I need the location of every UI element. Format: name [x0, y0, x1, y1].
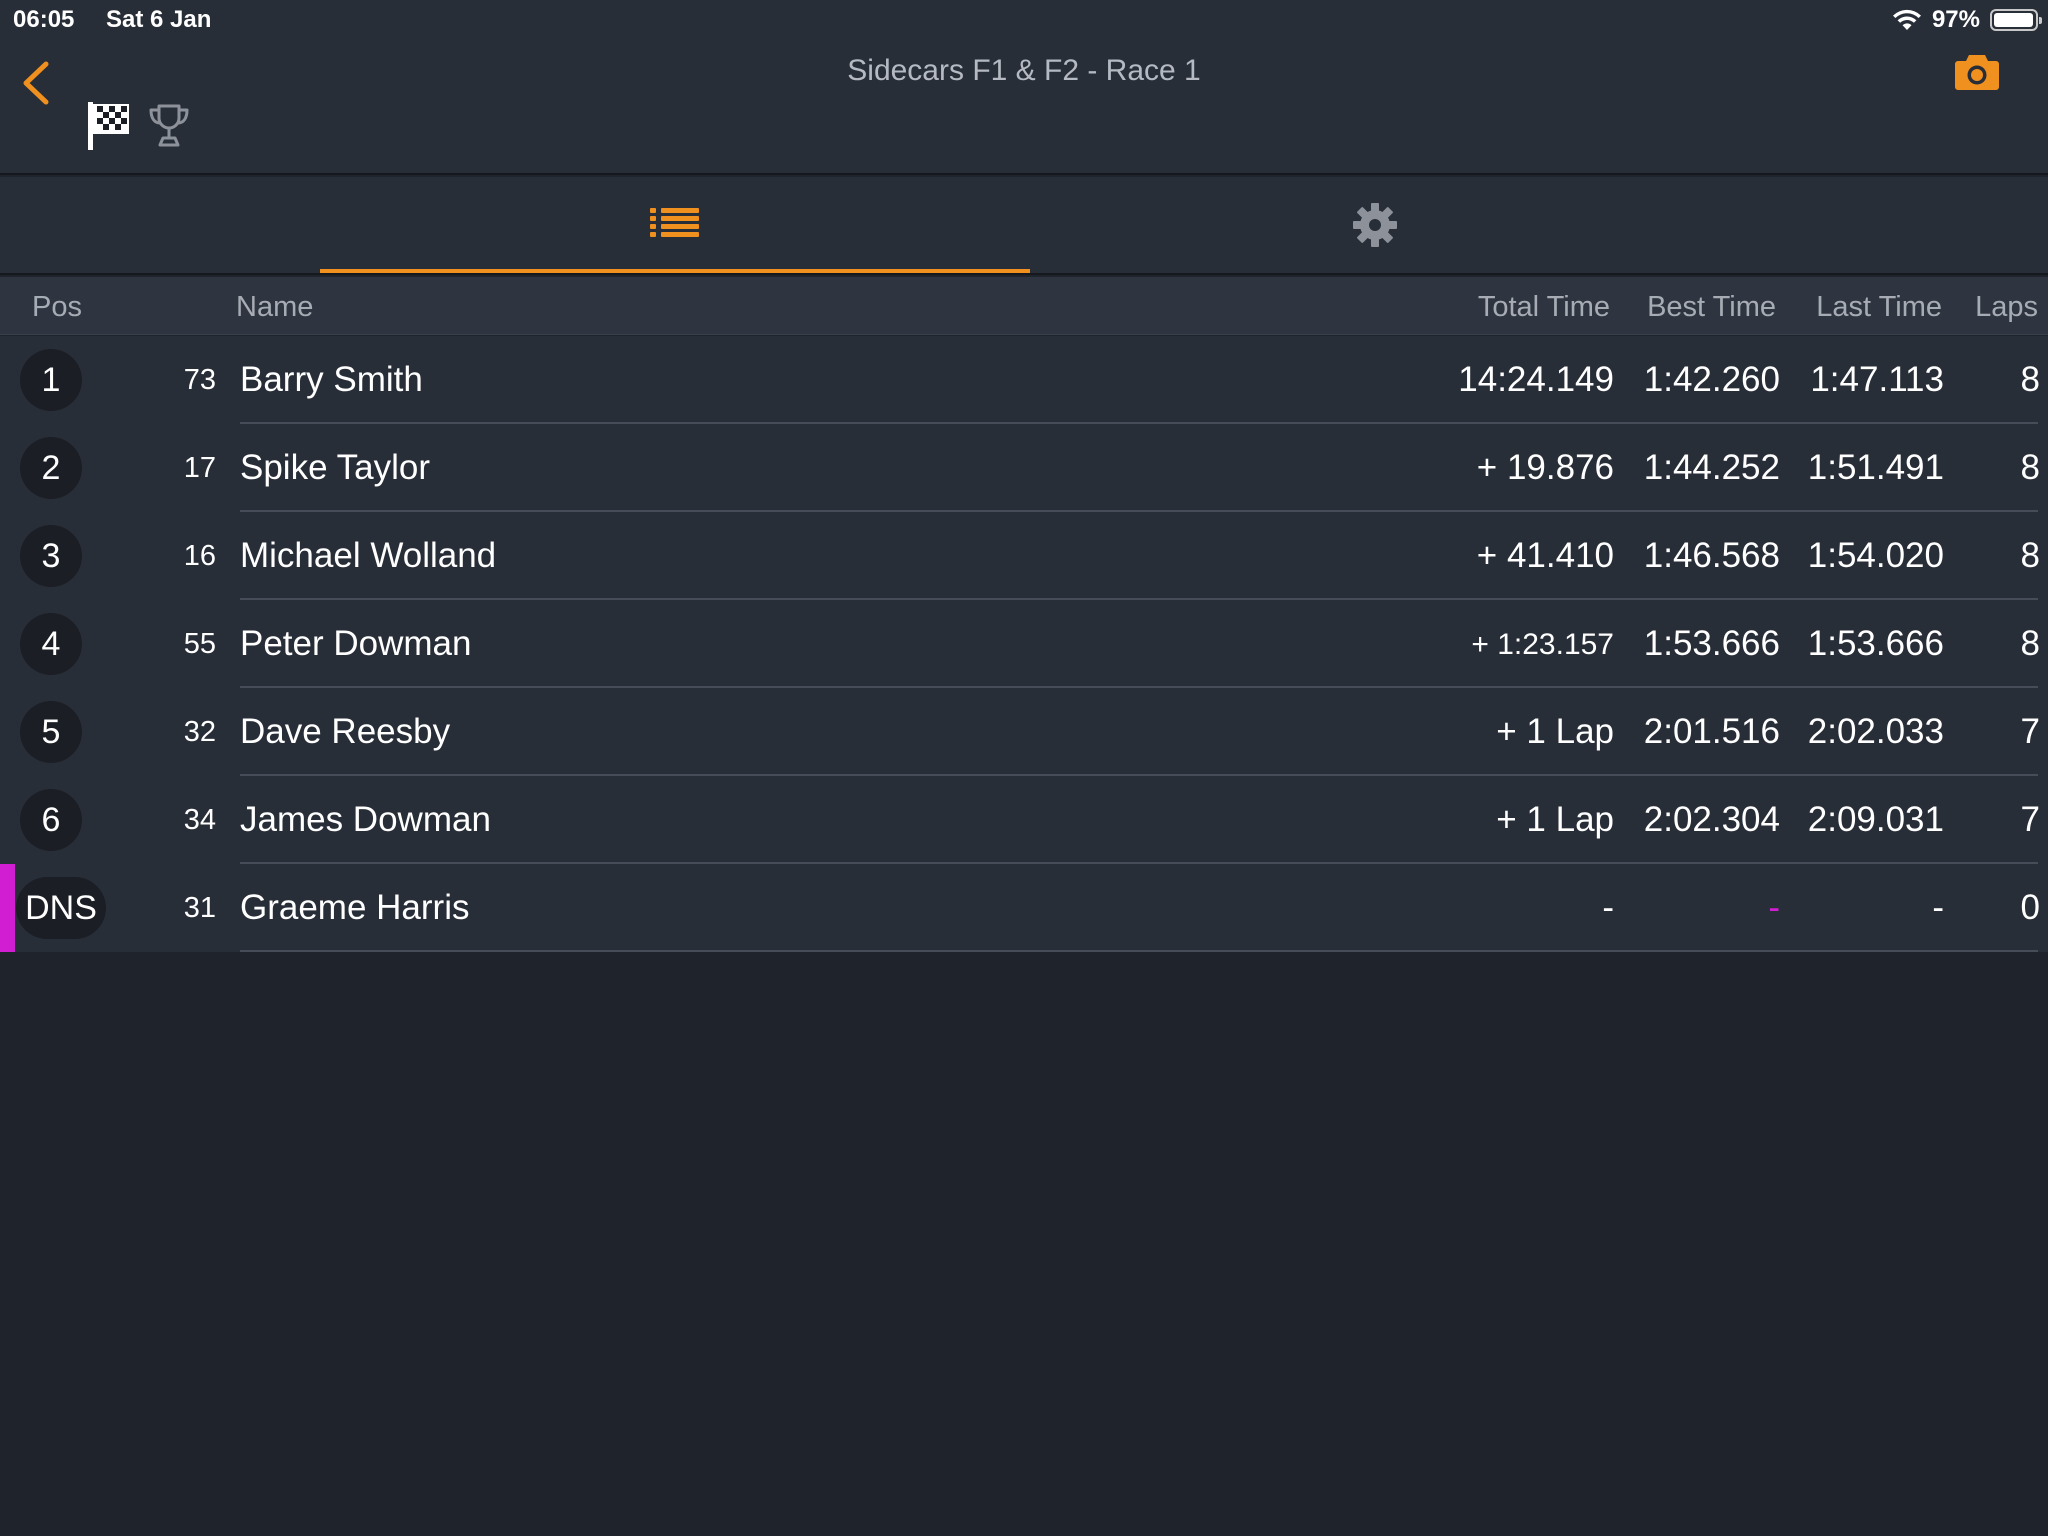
rider-number: 31 [183, 892, 216, 924]
laps: 7 [2020, 800, 2040, 839]
total-time: + 1 Lap [1496, 800, 1614, 839]
trophy-icon[interactable] [148, 102, 190, 148]
position-badge: 2 [20, 437, 82, 499]
rider-name: Peter Dowman [240, 624, 472, 663]
camera-icon[interactable] [1954, 52, 2000, 92]
best-time: 1:42.260 [1643, 360, 1780, 399]
checkered-flag-icon[interactable] [86, 100, 132, 152]
status-date: Sat 6 Jan [106, 6, 212, 33]
dns-status-marker [0, 864, 15, 952]
col-best-header[interactable]: Best Time [1647, 291, 1776, 324]
rider-name: Dave Reesby [240, 712, 451, 751]
best-time: 1:44.252 [1643, 448, 1780, 487]
laps: 8 [2020, 624, 2040, 663]
position-badge: 1 [20, 349, 82, 411]
col-last-header[interactable]: Last Time [1816, 291, 1942, 324]
top-bar: 06:05 Sat 6 Jan 97% Sidecars F1 & F2 - R… [0, 0, 2048, 175]
table-row[interactable]: 5 32 Dave Reesby + 1 Lap 2:01.516 2:02.0… [0, 688, 2048, 776]
battery-icon [1990, 9, 2042, 31]
status-time: 06:05 [13, 6, 75, 33]
total-time: + 1:23.157 [1471, 628, 1614, 661]
table-row[interactable]: 6 34 James Dowman + 1 Lap 2:02.304 2:09.… [0, 776, 2048, 864]
laps: 8 [2020, 448, 2040, 487]
position-badge: 4 [20, 613, 82, 675]
rider-number: 16 [183, 540, 216, 572]
wifi-icon [1892, 9, 1921, 30]
rider-name: Spike Taylor [240, 448, 431, 487]
laps: 7 [2020, 712, 2040, 751]
last-time: - [1932, 888, 1944, 927]
rider-number: 34 [183, 804, 216, 836]
rider-number: 32 [183, 716, 216, 748]
total-time: + 19.876 [1476, 448, 1614, 487]
list-icon [650, 208, 699, 237]
total-time: 14:24.149 [1458, 360, 1614, 399]
last-time: 1:54.020 [1807, 536, 1944, 575]
table-row[interactable]: 3 16 Michael Wolland + 41.410 1:46.568 1… [0, 512, 2048, 600]
col-name-header[interactable]: Name [236, 291, 313, 324]
last-time: 1:53.666 [1807, 624, 1944, 663]
best-time: 2:02.304 [1643, 800, 1780, 839]
last-time: 1:51.491 [1807, 448, 1944, 487]
best-time: 1:46.568 [1643, 536, 1780, 575]
last-time: 2:09.031 [1807, 800, 1944, 839]
table-row[interactable]: 2 17 Spike Taylor + 19.876 1:44.252 1:51… [0, 424, 2048, 512]
col-total-header[interactable]: Total Time [1478, 291, 1610, 324]
best-time: - [1768, 888, 1780, 927]
rider-number: 73 [183, 364, 216, 396]
position-badge: 5 [20, 701, 82, 763]
page-title: Sidecars F1 & F2 - Race 1 [847, 54, 1201, 87]
table-row[interactable]: DNS 31 Graeme Harris - - - 0 [0, 864, 2048, 952]
battery-percent: 97% [1931, 6, 1980, 33]
battery-level [1994, 13, 2033, 27]
rider-name: Michael Wolland [240, 536, 497, 575]
last-time: 2:02.033 [1807, 712, 1944, 751]
position-badge: 3 [20, 525, 82, 587]
table-header: Pos Name Total Time Best Time Last Time … [0, 277, 2048, 335]
tab-settings[interactable] [1020, 177, 1730, 273]
rider-name: Graeme Harris [240, 888, 470, 927]
rider-name: James Dowman [240, 800, 491, 839]
total-time: - [1602, 888, 1614, 927]
col-laps-header[interactable]: Laps [1975, 291, 2038, 324]
position-badge: DNS [16, 877, 106, 939]
rider-number: 17 [183, 452, 216, 484]
tab-results-list[interactable] [320, 177, 1030, 273]
position-badge: 6 [20, 789, 82, 851]
laps: 8 [2020, 536, 2040, 575]
best-time: 2:01.516 [1643, 712, 1780, 751]
total-time: + 1 Lap [1496, 712, 1614, 751]
table-row[interactable]: 4 55 Peter Dowman + 1:23.157 1:53.666 1:… [0, 600, 2048, 688]
results-table: 1 73 Barry Smith 14:24.149 1:42.260 1:47… [0, 336, 2048, 952]
laps: 8 [2020, 360, 2040, 399]
total-time: + 41.410 [1476, 536, 1614, 575]
table-row[interactable]: 1 73 Barry Smith 14:24.149 1:42.260 1:47… [0, 336, 2048, 424]
best-time: 1:53.666 [1643, 624, 1780, 663]
gear-icon [1353, 203, 1397, 247]
rider-number: 55 [183, 628, 216, 660]
laps: 0 [2020, 888, 2040, 927]
last-time: 1:47.113 [1810, 360, 1944, 399]
col-pos-header[interactable]: Pos [32, 291, 82, 324]
rider-name: Barry Smith [240, 360, 423, 399]
status-indicators: 97% [1892, 4, 2042, 36]
tab-bar [0, 177, 2048, 275]
